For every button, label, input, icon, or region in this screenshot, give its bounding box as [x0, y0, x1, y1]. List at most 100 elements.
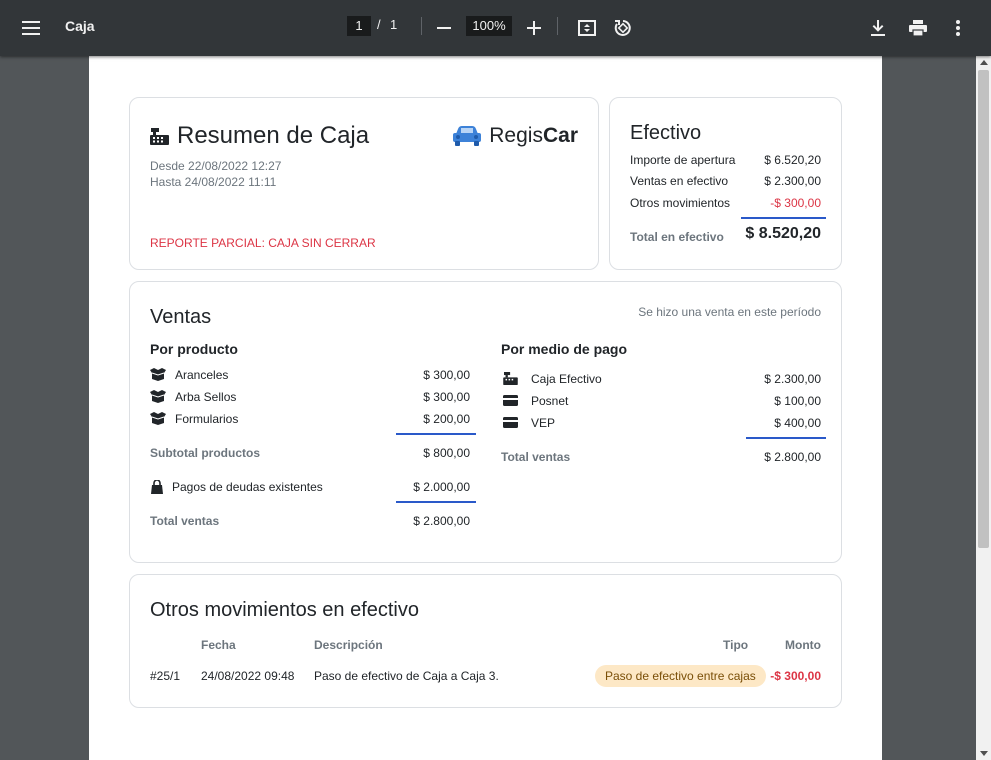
list-item: VEP $ 400,00 [501, 416, 821, 432]
zoom-level-input[interactable]: 100% [466, 16, 512, 36]
movement-type-badge: Paso de efectivo entre cajas [595, 665, 766, 687]
efectivo-title: Efectivo [630, 122, 702, 144]
payment-value: $ 400,00 [774, 416, 821, 430]
payment-label: VEP [531, 416, 556, 430]
zoom-out-icon[interactable] [428, 12, 460, 44]
ventas-note: Se hizo una venta en este período [638, 305, 821, 319]
product-label: Formularios [175, 412, 239, 426]
page-title: Resumen de Caja [150, 122, 369, 150]
otros-movimientos-card: Otros movimientos en efectivo Fecha Desc… [129, 574, 842, 708]
list-item: Aranceles $ 300,00 [150, 368, 470, 384]
page-separator: / [377, 17, 381, 32]
brand-name-bold: Car [542, 124, 578, 147]
cash-register-icon [503, 372, 518, 385]
list-item: Posnet $ 100,00 [501, 394, 821, 410]
total-divider [396, 501, 476, 503]
subtotal-divider [396, 433, 476, 435]
product-label: Aranceles [175, 368, 229, 382]
resumen-card: Resumen de Caja Desde 22/08/2022 12:27 H… [129, 97, 599, 270]
download-icon[interactable] [862, 12, 894, 44]
credit-card-icon [503, 395, 518, 406]
column-header-tipo: Tipo [723, 638, 749, 652]
box-icon [150, 412, 166, 425]
scroll-down-arrow-icon[interactable] [980, 751, 988, 756]
deudas-label: Pagos de deudas existentes [172, 480, 323, 494]
efectivo-total-label: Total en efectivo [630, 230, 724, 244]
otros-title: Otros movimientos en efectivo [150, 599, 419, 621]
date-from: Desde 22/08/2022 12:27 [150, 159, 282, 173]
por-medio-title: Por medio de pago [501, 341, 628, 357]
total-divider [741, 217, 826, 219]
total-ventas-value: $ 2.800,00 [413, 514, 470, 528]
subtotal-row: Subtotal productos $ 800,00 [150, 446, 470, 462]
brand-name-regular: Regis [489, 124, 543, 147]
document-title: Caja [65, 18, 95, 34]
car-icon [453, 126, 482, 146]
box-icon [150, 390, 166, 403]
toolbar-divider [421, 17, 422, 35]
subtotal-value: $ 800,00 [423, 446, 470, 460]
movement-description: Paso de efectivo de Caja a Caja 3. [314, 669, 499, 683]
product-value: $ 300,00 [423, 368, 470, 382]
menu-icon[interactable] [15, 12, 47, 44]
efectivo-row-label: Otros movimientos [630, 196, 731, 210]
zoom-in-icon[interactable] [518, 12, 550, 44]
movement-amount: -$ 300,00 [770, 669, 821, 683]
product-label: Arba Sellos [175, 390, 237, 404]
efectivo-row-value: $ 6.520,20 [764, 153, 821, 167]
partial-report-warning: REPORTE PARCIAL: CAJA SIN CERRAR [150, 236, 376, 250]
efectivo-row-label: Ventas en efectivo [630, 174, 729, 188]
credit-card-icon [503, 417, 518, 428]
subtotal-label: Subtotal productos [150, 446, 260, 460]
more-options-icon[interactable] [942, 12, 974, 44]
efectivo-row: Otros movimientos -$ 300,00 [630, 196, 821, 212]
pdf-toolbar: Caja 1 / 1 100% [0, 0, 991, 56]
movement-id: #25/1 [150, 669, 181, 683]
total-medio-label: Total ventas [501, 450, 571, 464]
deudas-value: $ 2.000,00 [413, 480, 470, 494]
product-value: $ 200,00 [423, 412, 470, 426]
shopping-bag-icon [151, 480, 163, 494]
efectivo-total-value: $ 8.520,20 [745, 225, 821, 242]
vertical-scrollbar[interactable] [976, 56, 991, 760]
cash-register-icon [150, 127, 169, 145]
box-icon [150, 368, 166, 381]
date-to: Hasta 24/08/2022 11:11 [150, 175, 277, 189]
page-total: 1 [390, 17, 398, 32]
total-divider [746, 437, 826, 439]
column-header-descripcion: Descripción [314, 638, 383, 652]
brand-logo: Regis Car [453, 124, 578, 148]
movement-date: 24/08/2022 09:48 [201, 669, 295, 683]
fit-page-icon[interactable] [571, 12, 603, 44]
total-medio-value: $ 2.800,00 [764, 450, 821, 464]
print-icon[interactable] [902, 12, 934, 44]
product-value: $ 300,00 [423, 390, 470, 404]
list-item: Caja Efectivo $ 2.300,00 [501, 372, 821, 388]
pdf-page: Resumen de Caja Desde 22/08/2022 12:27 H… [89, 56, 882, 760]
column-header-monto: Monto [785, 638, 821, 652]
payment-label: Posnet [531, 394, 569, 408]
rotate-icon[interactable] [607, 12, 639, 44]
toolbar-divider [557, 17, 558, 35]
scrollbar-thumb[interactable] [978, 70, 989, 548]
ventas-title: Ventas [150, 306, 212, 328]
efectivo-row: Ventas en efectivo $ 2.300,00 [630, 174, 821, 190]
resumen-title: Resumen de Caja [177, 122, 370, 149]
ventas-card: Ventas Se hizo una venta en este período… [129, 281, 842, 563]
scroll-up-arrow-icon[interactable] [980, 60, 988, 65]
por-producto-title: Por producto [150, 341, 238, 357]
payment-value: $ 100,00 [774, 394, 821, 408]
efectivo-row-value: -$ 300,00 [770, 196, 821, 210]
efectivo-row-value: $ 2.300,00 [764, 174, 821, 188]
payment-label: Caja Efectivo [531, 372, 602, 386]
efectivo-row-label: Importe de apertura [630, 153, 736, 167]
efectivo-card: Efectivo Importe de apertura $ 6.520,20 … [609, 97, 842, 270]
payment-value: $ 2.300,00 [764, 372, 821, 386]
total-row: Total ventas $ 2.800,00 [501, 450, 821, 466]
column-header-fecha: Fecha [201, 638, 236, 652]
page-number-input[interactable]: 1 [347, 16, 371, 36]
list-item: Arba Sellos $ 300,00 [150, 390, 470, 406]
total-ventas-label: Total ventas [150, 514, 220, 528]
total-row: Total ventas $ 2.800,00 [150, 514, 470, 530]
list-item: Pagos de deudas existentes $ 2.000,00 [150, 480, 470, 496]
